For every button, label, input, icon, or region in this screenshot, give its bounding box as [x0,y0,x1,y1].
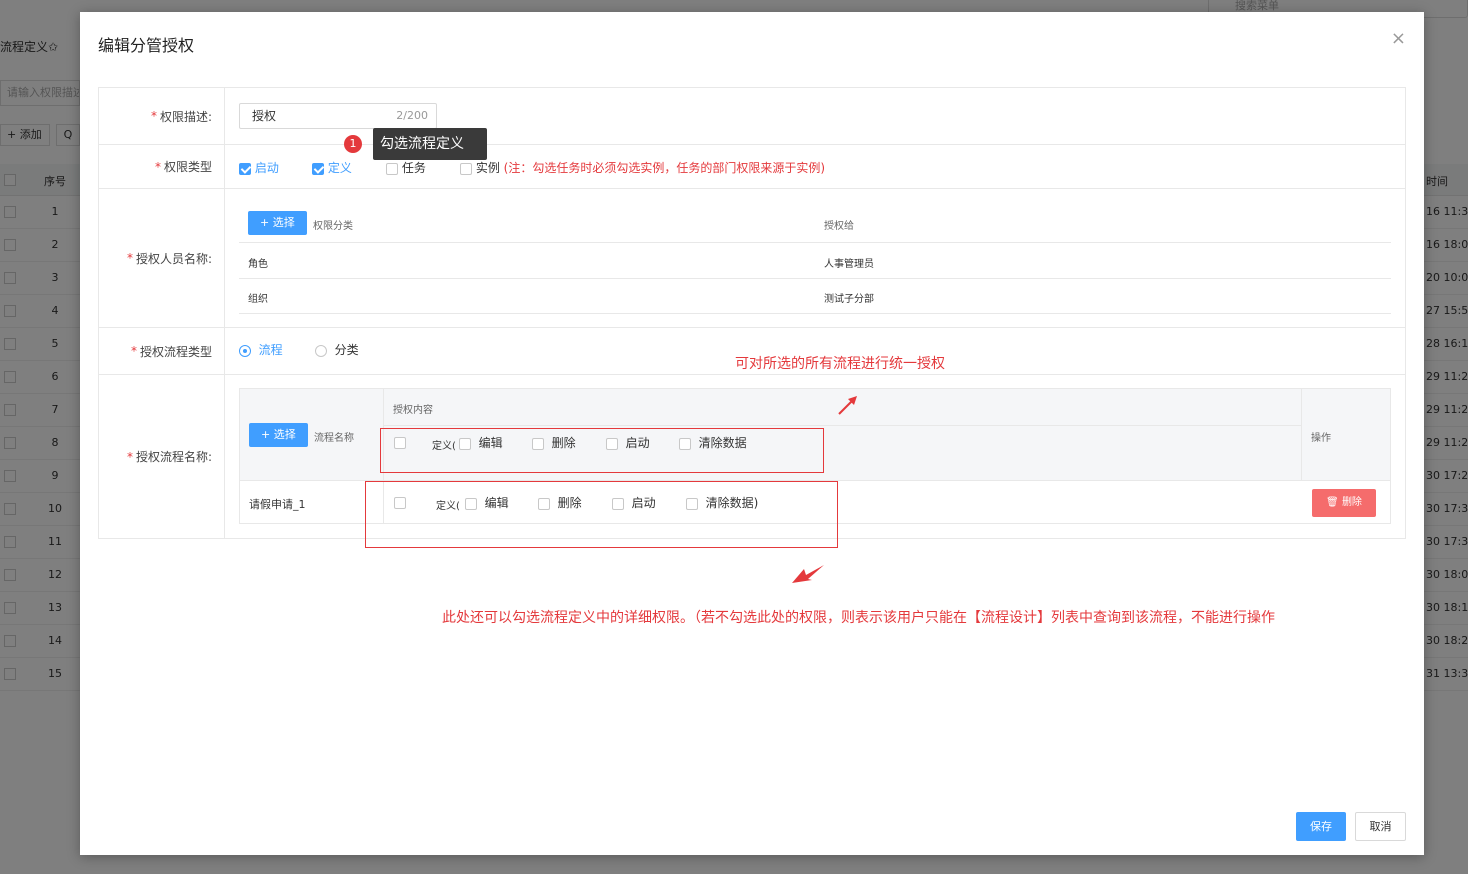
save-button[interactable]: 保存 [1296,812,1346,841]
flow-type-label: 授权流程类型 [139,344,212,359]
type-option-define[interactable]: 定义 [312,159,352,176]
step-badge: 1 [344,135,362,153]
desc-char-count: 2/200 [396,109,428,122]
cancel-button[interactable]: 取消 [1355,812,1406,841]
type-option-start[interactable]: 启动 [239,159,279,176]
checkbox-icon[interactable] [386,162,398,175]
radio-checked-icon[interactable] [239,344,251,357]
annotation-box-row [365,481,838,548]
arrow-down-left-icon [792,565,824,583]
select-person-button[interactable]: + 选择 [248,211,307,235]
col-permission-category: 权限分类 [313,221,353,232]
col-operation: 操作 [1311,433,1331,444]
col-grant-to: 授权给 [824,221,854,232]
person-to-2: 测试子分部 [824,294,874,305]
type-option-instance[interactable]: 实例 (注：勾选任务时必须勾选实例，任务的部门权限来源于实例) [460,159,825,176]
type-note: (注：勾选任务时必须勾选实例，任务的部门权限来源于实例) [503,161,826,175]
checkbox-icon[interactable] [460,162,472,175]
arrow-up-right-icon [838,396,857,415]
edit-delegation-dialog: 编辑分管授权 × * 权限描述: 授权 2/200 * 权限类型 启动 定义 任务 … [80,12,1424,855]
desc-input[interactable]: 授权 2/200 [239,103,437,129]
col-grant-content: 授权内容 [393,405,433,416]
flow-name-label: 授权流程名称: [135,450,212,464]
person-cat-1: 角色 [248,259,268,270]
annotation-box-header [380,428,824,473]
flow-type-option-category[interactable]: 分类 [315,341,359,358]
checkbox-checked-icon[interactable] [312,162,324,175]
form-row-desc: * 权限描述: 授权 2/200 [99,88,1405,145]
type-option-task[interactable]: 任务 [386,159,426,176]
type-label: 权限类型 [163,160,212,174]
tooltip-callout: 勾选流程定义 [373,128,487,160]
delete-row-button[interactable]: 🗑 删除 [1312,489,1376,517]
checkbox-checked-icon[interactable] [239,162,251,175]
form-row-type: * 权限类型 启动 定义 任务 实例 (注：勾选任务时必须勾选实例，任务的部门权限… [99,145,1405,189]
person-label: 授权人员名称: [135,251,212,266]
flow-row-name: 请假申请_1 [249,498,306,511]
annotation-note-bottom: 此处还可以勾选流程定义中的详细权限。（若不勾选此处的权限，则表示该用户只能在【流… [442,610,1275,626]
trash-icon: 🗑 [1326,497,1339,508]
annotation-note-top: 可对所选的所有流程进行统一授权 [735,356,945,372]
select-flow-button[interactable]: + 选择 [249,423,308,447]
person-to-1: 人事管理员 [824,259,874,270]
flow-type-option-flow[interactable]: 流程 [239,341,283,358]
col-flow-name: 流程名称 [314,433,354,444]
desc-label: 权限描述: [159,109,212,124]
form-row-persons: * 授权人员名称: + 选择 权限分类 授权给 角色 人事管理员 组织 测试子分部 [99,189,1405,328]
dialog-title: 编辑分管授权 [98,36,195,55]
radio-icon[interactable] [315,344,327,357]
close-icon[interactable]: × [1391,28,1406,49]
person-cat-2: 组织 [248,294,268,305]
